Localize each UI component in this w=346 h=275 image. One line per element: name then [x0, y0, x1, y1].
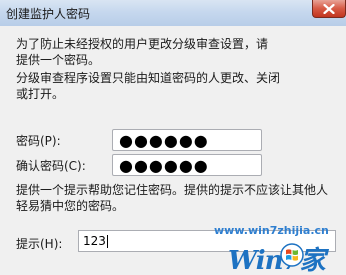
watermark-url: www.win7zhijia.cn	[214, 224, 329, 237]
intro-text-1: 为了防止未经授权的用户更改分级审查设置，请提供一个密码。	[16, 37, 269, 67]
close-icon	[323, 3, 335, 14]
confirm-password-label: 确认密码(C):	[16, 159, 86, 173]
intro-text-2: 分级审查程序设置只能由知道密码的人更改、关闭或打开。	[16, 71, 281, 101]
password-field-value: ●●●●●●	[119, 130, 209, 150]
password-field[interactable]: ●●●●●●	[112, 129, 262, 151]
watermark-logo-text: Win7家	[228, 246, 326, 275]
confirm-password-field[interactable]: ●●●●●●	[112, 154, 262, 176]
hint-info-text: 提供一个提示帮助您记住密码。提供的提示不应该让其他人轻易猜中您的密码。	[16, 183, 329, 213]
create-supervisor-password-dialog: 创建监护人密码 为了防止未经授权的用户更改分级审查设置，请提供一个密码。 分级审…	[0, 0, 346, 275]
confirm-password-field-value: ●●●●●●	[119, 155, 209, 175]
hint-field-value: 123	[83, 234, 106, 248]
text-caret	[106, 234, 108, 248]
title-bar: 创建监护人密码	[0, 0, 346, 26]
password-label: 密码(P):	[16, 134, 61, 148]
close-button[interactable]	[312, 0, 346, 18]
watermark-logo: Win7家	[228, 240, 344, 275]
window-title: 创建监护人密码	[6, 7, 91, 21]
hint-label: 提示(H):	[16, 237, 63, 251]
dialog-content: 为了防止未经授权的用户更改分级审查设置，请提供一个密码。 分级审查程序设置只能由…	[0, 26, 346, 275]
windows-flag-icon	[280, 243, 304, 267]
